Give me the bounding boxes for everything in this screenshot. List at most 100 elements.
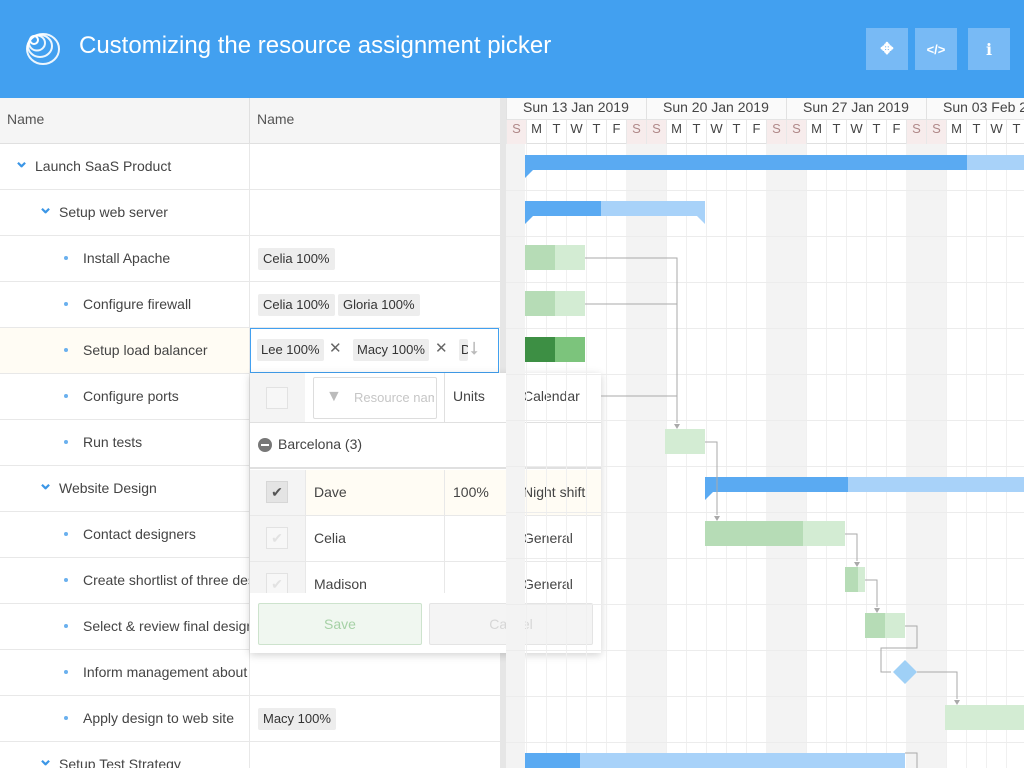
resources-cell[interactable]: Celia 100% xyxy=(249,236,500,282)
dependency-line xyxy=(865,579,878,607)
task-name: Setup Test Strategy xyxy=(59,756,181,768)
summary-bar-cap xyxy=(525,170,533,178)
task-bar-progress[interactable] xyxy=(525,337,555,362)
column-header-resources[interactable]: Name xyxy=(249,98,500,144)
resources-cell[interactable] xyxy=(249,650,500,696)
task-bar[interactable] xyxy=(665,429,705,454)
resource-name-cell[interactable]: Celia xyxy=(305,516,444,562)
task-name-cell[interactable]: Inform management about decision xyxy=(0,650,249,696)
resources-cell[interactable] xyxy=(249,144,500,190)
collapse-icon[interactable] xyxy=(258,438,272,452)
task-row[interactable]: ⌄ Launch SaaS Product xyxy=(0,144,500,190)
resource-units-cell[interactable]: 100% xyxy=(444,470,514,516)
resource-name-cell[interactable]: Dave xyxy=(305,470,444,516)
task-bar-progress[interactable] xyxy=(525,245,555,270)
leaf-bullet-icon xyxy=(64,624,68,628)
task-name: Run tests xyxy=(83,434,143,450)
remove-tag-icon[interactable]: ✕ xyxy=(435,339,448,357)
task-row[interactable]: ⌄ Setup Test Strategy xyxy=(0,742,500,768)
leaf-bullet-icon xyxy=(64,670,68,674)
resources-cell[interactable]: Celia 100% Gloria 100% xyxy=(249,282,500,328)
app-logo-icon xyxy=(26,33,60,65)
task-name: Setup web server xyxy=(59,204,168,220)
task-name-cell[interactable]: Configure ports xyxy=(0,374,249,420)
task-name-cell[interactable]: Apply design to web site xyxy=(0,696,249,742)
resource-filter-field[interactable]: ▼ Resource name xyxy=(313,377,437,419)
resource-units-cell[interactable] xyxy=(444,516,514,562)
task-name: Apply design to web site xyxy=(83,710,234,726)
task-name: Install Apache xyxy=(83,250,171,266)
expand-chevron-icon[interactable]: ⌄ xyxy=(38,466,53,500)
expand-chevron-icon[interactable]: ⌄ xyxy=(14,144,29,178)
task-name-cell[interactable]: ⌄ Setup Test Strategy xyxy=(0,742,249,768)
resources-cell[interactable] xyxy=(249,742,500,768)
leaf-bullet-icon xyxy=(64,440,68,444)
task-row[interactable]: Apply design to web site Macy 100% xyxy=(0,696,500,742)
task-name: Launch SaaS Product xyxy=(35,158,172,174)
row-checkbox[interactable]: ✔ xyxy=(266,527,288,549)
task-bar-progress[interactable] xyxy=(525,291,555,316)
task-bar-progress[interactable] xyxy=(705,521,803,546)
summary-bar-cap xyxy=(697,216,705,224)
summary-bar-progress[interactable] xyxy=(525,155,967,170)
task-name-cell[interactable]: Install Apache xyxy=(0,236,249,282)
summary-bar[interactable] xyxy=(525,753,905,768)
task-name-cell[interactable]: Contact designers xyxy=(0,512,249,558)
page-title: Customizing the resource assignment pick… xyxy=(79,32,552,59)
save-button[interactable]: Save xyxy=(258,603,422,645)
resources-cell[interactable] xyxy=(249,190,500,236)
move-button[interactable]: ✥ xyxy=(866,28,908,70)
expand-chevron-icon[interactable]: ⌄ xyxy=(38,190,53,224)
row-checkbox[interactable]: ✔ xyxy=(266,573,288,595)
task-name-cell[interactable]: Setup load balancer xyxy=(0,328,249,374)
task-name-cell[interactable]: Configure firewall xyxy=(0,282,249,328)
summary-bar-progress[interactable] xyxy=(525,201,601,216)
dropdown-arrow-icon[interactable]: ⭣ xyxy=(470,338,478,359)
gantt-schedule xyxy=(525,155,1024,768)
task-name-cell[interactable]: Create shortlist of three designers xyxy=(0,558,249,604)
task-name: Contact designers xyxy=(83,526,196,542)
task-row[interactable]: Install Apache Celia 100% xyxy=(0,236,500,282)
leaf-bullet-icon xyxy=(64,716,68,720)
task-name-cell[interactable]: ⌄ Setup web server xyxy=(0,190,249,236)
expand-chevron-icon[interactable]: ⌄ xyxy=(38,742,53,768)
resource-filter-input[interactable]: Resource name xyxy=(354,390,434,405)
filter-icon: ▼ xyxy=(326,388,342,405)
dependency-arrowhead xyxy=(854,562,860,567)
task-name-cell[interactable]: ⌄ Website Design xyxy=(0,466,249,512)
code-icon: </> xyxy=(926,41,946,57)
select-all-checkbox[interactable] xyxy=(266,387,288,409)
summary-bar-progress[interactable] xyxy=(705,477,848,492)
remove-tag-icon[interactable]: ✕ xyxy=(329,339,342,357)
summary-bar-progress[interactable] xyxy=(525,753,580,768)
task-bar-progress[interactable] xyxy=(865,613,885,638)
task-bar[interactable] xyxy=(945,705,1024,730)
resource-assignment-field[interactable]: Lee 100% ✕ Macy 100% ✕ D ⭣ xyxy=(250,328,499,373)
resources-cell[interactable]: Macy 100% xyxy=(249,696,500,742)
task-name: Website Design xyxy=(59,480,157,496)
task-name-cell[interactable]: Run tests xyxy=(0,420,249,466)
task-name-cell[interactable]: Select & review final design xyxy=(0,604,249,650)
info-button[interactable]: i xyxy=(968,28,1010,70)
row-checkbox[interactable]: ✔ xyxy=(266,481,288,503)
code-button[interactable]: </> xyxy=(915,28,957,70)
milestone-diamond xyxy=(893,660,917,684)
task-name: Setup load balancer xyxy=(83,342,208,358)
task-bar-progress[interactable] xyxy=(845,567,858,592)
assigned-resource-tag: D xyxy=(459,339,468,361)
task-name: Select & review final design xyxy=(83,618,249,634)
task-row[interactable]: Inform management about decision xyxy=(0,650,500,696)
dependency-arrowhead xyxy=(954,700,960,705)
task-row[interactable]: ⌄ Setup web server xyxy=(0,190,500,236)
column-header-units[interactable]: Units xyxy=(444,373,514,423)
column-header-name[interactable]: Name xyxy=(0,98,249,144)
task-name: Configure firewall xyxy=(83,296,192,312)
dependency-arrowhead xyxy=(874,608,880,613)
grid-header: Name Name xyxy=(0,98,500,144)
resource-group-label: Barcelona (3) xyxy=(278,436,363,452)
move-icon: ✥ xyxy=(880,41,894,58)
task-name-cell[interactable]: ⌄ Launch SaaS Product xyxy=(0,144,249,190)
leaf-bullet-icon xyxy=(64,394,68,398)
task-row[interactable]: Configure firewall Celia 100% Gloria 100% xyxy=(0,282,500,328)
gantt-chart: Sun 13 Jan 2019 Sun 20 Jan 2019 Sun 27 Jan… xyxy=(506,98,1024,768)
